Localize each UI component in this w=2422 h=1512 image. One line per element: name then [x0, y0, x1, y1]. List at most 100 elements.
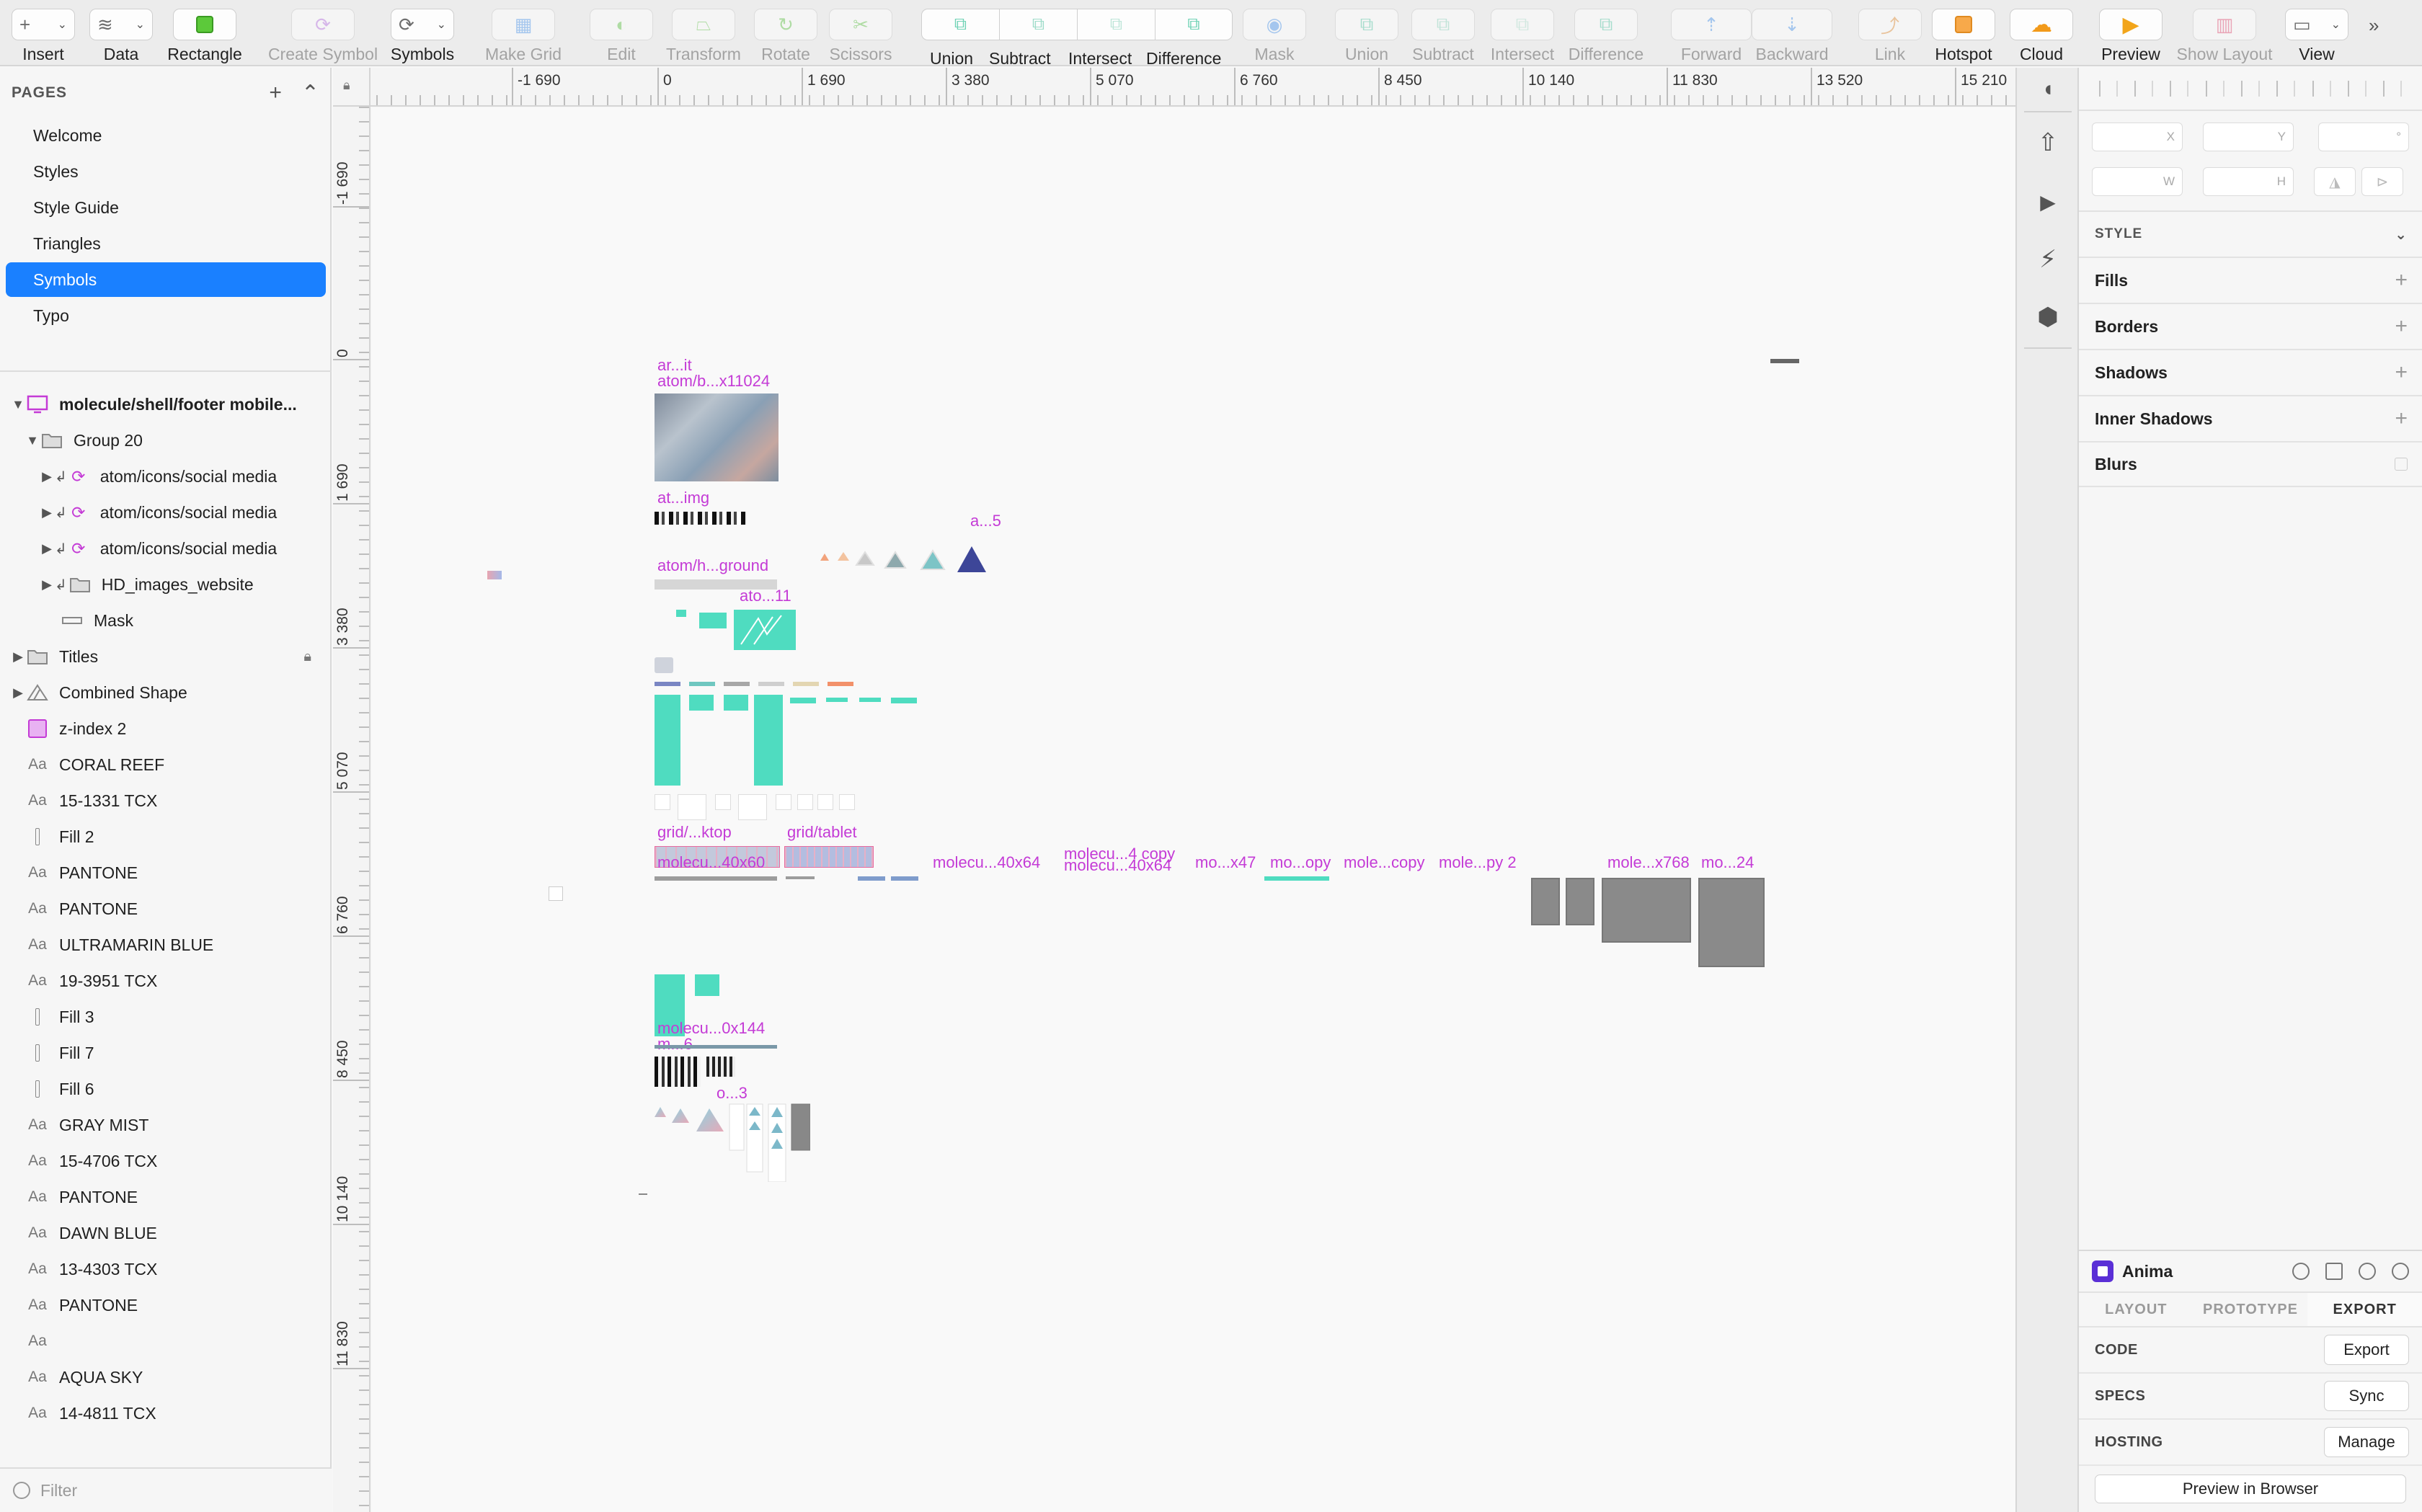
teal-small-card[interactable] [695, 974, 719, 996]
inner-shadows-section[interactable]: Inner Shadows + [2079, 395, 2422, 441]
layer-fill-2[interactable]: Fill 2 [0, 819, 332, 855]
photo-collage-small[interactable] [706, 1057, 735, 1077]
teal-swatch-small[interactable] [676, 610, 686, 617]
preview-in-browser-button[interactable]: Preview in Browser [2095, 1475, 2406, 1503]
artboard-label[interactable]: a...5 [970, 512, 1001, 530]
align-right-icon[interactable] [2276, 81, 2296, 97]
artboard-label[interactable]: grid/...ktop [657, 823, 732, 842]
tab-export[interactable]: EXPORT [2307, 1293, 2422, 1326]
flip-horizontal-icon[interactable]: ◮ [2314, 167, 2356, 196]
page-item-symbols[interactable]: Symbols [6, 262, 326, 297]
layer-text-pantone-1[interactable]: Aa PANTONE [0, 855, 332, 891]
artboard-label[interactable]: ato...11 [740, 587, 791, 605]
layer-text-gray-mist[interactable]: Aa GRAY MIST [0, 1107, 332, 1143]
artboard-label[interactable]: mo...opy [1270, 853, 1331, 872]
teal-button[interactable] [689, 695, 714, 711]
disclosure-closed-icon[interactable]: ▶ [39, 577, 55, 592]
scissors-tool[interactable]: ✂ Scissors [817, 9, 904, 65]
tab-prototype[interactable]: PROTOTYPE [2193, 1293, 2308, 1326]
make-grid-button[interactable]: ▦ [492, 9, 555, 40]
union2-button[interactable]: ⧉ [1335, 9, 1398, 40]
more-icon[interactable] [2170, 81, 2189, 97]
color-bar[interactable] [758, 682, 784, 686]
export-code-button[interactable]: Export [2324, 1335, 2409, 1365]
color-bar[interactable] [655, 682, 680, 686]
layer-text-ultramarin-blue[interactable]: Aa ULTRAMARIN BLUE [0, 927, 332, 963]
artboard-label[interactable]: mole...copy [1344, 853, 1425, 872]
align-bottom-icon[interactable] [2383, 81, 2403, 97]
white-card[interactable] [738, 794, 767, 820]
teal-tall-card[interactable] [655, 695, 680, 786]
layer-artboard[interactable]: ▼ molecule/shell/footer mobile... [0, 386, 332, 422]
far-right-bar[interactable] [1770, 359, 1799, 363]
align-center-icon[interactable] [2240, 81, 2260, 97]
blurs-section[interactable]: Blurs [2079, 441, 2422, 487]
subtract2-button[interactable]: ⧉ [1411, 9, 1475, 40]
shadows-section[interactable]: Shadows + [2079, 349, 2422, 395]
collapse-pages-icon[interactable]: ⌃ [301, 81, 320, 106]
gray-tablet-frame[interactable] [1698, 878, 1765, 967]
artboard-label[interactable]: mo...x47 [1195, 853, 1256, 872]
width-field[interactable]: W [2092, 167, 2183, 196]
difference-button[interactable]: ⧉ [1155, 9, 1233, 40]
color-bar[interactable] [724, 682, 750, 686]
footer-bar[interactable] [655, 876, 777, 881]
layer-text-13-4303[interactable]: Aa 13-4303 TCX [0, 1251, 332, 1287]
layer-text-coral-reef[interactable]: Aa CORAL REEF [0, 747, 332, 783]
layer-text-15-1331[interactable]: Aa 15-1331 TCX [0, 783, 332, 819]
forward-tool[interactable]: ⇡ Forward [1668, 9, 1755, 65]
preview-tool[interactable]: ▶ Preview [2088, 9, 2174, 65]
add-inner-shadow-icon[interactable]: + [2395, 406, 2408, 431]
rectangle-button[interactable] [173, 9, 236, 40]
edit-tool[interactable]: ◐ Edit [578, 9, 665, 65]
gray-tablet-frame[interactable] [1602, 878, 1691, 943]
layer-text-14-4811[interactable]: Aa 14-4811 TCX [0, 1395, 332, 1431]
view-button[interactable]: ▭ ⌄ [2285, 9, 2348, 40]
hotspot-tool[interactable]: Hotspot [1920, 9, 2007, 65]
disclosure-closed-icon[interactable]: ▶ [10, 685, 26, 701]
forward-button[interactable]: ⇡ [1671, 9, 1752, 40]
gray-mobile-frame[interactable] [1566, 878, 1594, 925]
hero-background-image[interactable] [655, 393, 778, 481]
rotation-field[interactable]: ° [2318, 123, 2409, 151]
union2-tool[interactable]: ⧉ Union [1323, 9, 1410, 65]
anima-target-icon[interactable] [2292, 1263, 2310, 1280]
artboard-label[interactable]: molecu...40x64 [1064, 856, 1171, 875]
show-layout-tool[interactable]: ▥ Show Layout [2177, 9, 2273, 65]
sync-specs-button[interactable]: Sync [2324, 1381, 2409, 1411]
manage-hosting-button[interactable]: Manage [2324, 1427, 2409, 1457]
filter-bar[interactable]: Filter [0, 1467, 332, 1512]
disclosure-closed-icon[interactable]: ▶ [39, 469, 55, 484]
layer-group-20[interactable]: ▼ Group 20 [0, 422, 332, 458]
layer-fill-6[interactable]: Fill 6 [0, 1071, 332, 1107]
cloud-tool[interactable]: ☁ Cloud [1998, 9, 2085, 65]
filter-input[interactable]: Filter [40, 1481, 77, 1500]
white-card[interactable] [776, 794, 791, 810]
layer-social-media-2[interactable]: ▶ ↲ ⟳ atom/icons/social media [0, 494, 332, 530]
artboard-label[interactable]: at...img [657, 489, 709, 507]
link-button[interactable]: ⤴ [1858, 9, 1922, 40]
layer-fill-7[interactable]: Fill 7 [0, 1035, 332, 1071]
symbols-button[interactable]: ⟳ ⌄ [391, 9, 454, 40]
small-tag[interactable] [655, 657, 673, 673]
layer-titles[interactable]: ▶ Titles 🔒︎ [0, 639, 332, 675]
layer-combined-shape[interactable]: ▶ Combined Shape [0, 675, 332, 711]
horizontal-ruler[interactable]: -1 690 0 1 690 3 380 5 070 6 760 8 450 1… [333, 68, 2015, 107]
anima-compass-icon[interactable] [2392, 1263, 2409, 1280]
tab-layout[interactable]: LAYOUT [2079, 1293, 2193, 1326]
layer-text-15-4706[interactable]: Aa 15-4706 TCX [0, 1143, 332, 1179]
backward-button[interactable]: ⇣ [1752, 9, 1832, 40]
layer-text-empty[interactable]: Aa [0, 1323, 332, 1359]
layer-hd-images[interactable]: ▶ ↲ HD_images_website [0, 566, 332, 602]
rotate-tool[interactable]: ↻ Rotate [742, 9, 829, 65]
white-card[interactable] [817, 794, 833, 810]
difference2-button[interactable]: ⧉ [1574, 9, 1638, 40]
union-button[interactable]: ⧉ [921, 9, 999, 40]
flip-vertical-icon[interactable]: ⊳ [2361, 167, 2403, 196]
footer-line[interactable] [655, 1045, 777, 1049]
add-border-icon[interactable]: + [2395, 314, 2408, 339]
teal-footer-bar[interactable] [1264, 876, 1329, 881]
page-item-triangles[interactable]: Triangles [6, 226, 326, 261]
lightning-icon[interactable]: ⚡︎ [2017, 231, 2079, 288]
small-white-frame[interactable] [549, 886, 563, 901]
